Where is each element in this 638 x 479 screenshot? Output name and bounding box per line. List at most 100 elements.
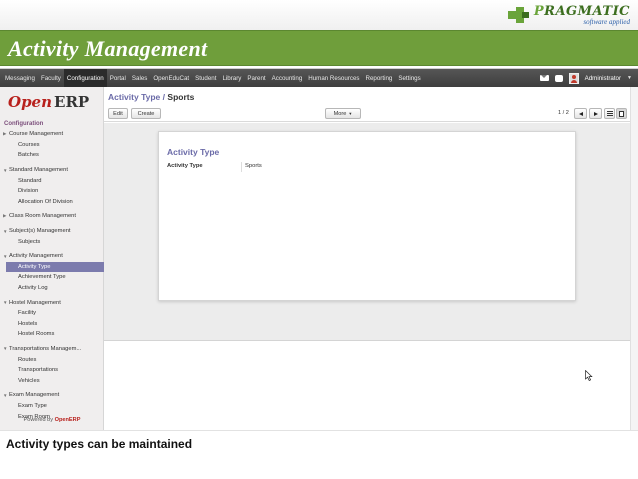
- top-menu-reporting[interactable]: Reporting: [363, 69, 396, 87]
- breadcrumb-current: Sports: [167, 92, 195, 102]
- sidebar-menu: ▶ Course Management Courses Batches ▼ Standar…: [0, 129, 104, 426]
- slide-title: Activity Management: [8, 36, 208, 61]
- logo-open: Open: [8, 93, 53, 111]
- control-panel: Edit Create More ▼ 1 / 2: [104, 106, 638, 122]
- top-menu-configuration[interactable]: Configuration: [63, 69, 107, 87]
- more-button[interactable]: More ▼: [325, 108, 361, 119]
- sidebar-group-label: Activity Management: [9, 253, 63, 260]
- activity-type-field-label: Activity Type: [167, 163, 203, 169]
- logo-brand-lead: P: [533, 3, 545, 19]
- edit-button[interactable]: Edit: [108, 108, 128, 119]
- form-icon: [619, 110, 624, 117]
- top-menu-library[interactable]: Library: [219, 69, 244, 87]
- sidebar-group-subject-s-management[interactable]: ▼ Subject(s) Management: [0, 226, 104, 237]
- next-record-button[interactable]: [589, 108, 602, 119]
- sidebar: Open ERP Configuration ▶ Course Managemen…: [0, 87, 104, 430]
- logo-brand: PRAGMATIC: [534, 5, 630, 18]
- main-content: Activity Type / Sports Edit Create More …: [104, 87, 638, 430]
- sidebar-group-exam-management[interactable]: ▼ Exam Management: [0, 390, 104, 401]
- sidebar-item-achievement-type[interactable]: Achievement Type: [0, 272, 104, 283]
- sidebar-group-standard-management[interactable]: ▼ Standard Management: [0, 165, 104, 176]
- sidebar-group-label: Class Room Management: [9, 213, 77, 220]
- powered-prefix: Powered by: [23, 417, 54, 423]
- sidebar-item-division[interactable]: Division: [0, 186, 104, 197]
- sidebar-section-title: Configuration: [4, 121, 44, 127]
- sidebar-item-courses[interactable]: Courses: [0, 140, 104, 151]
- sidebar-item-activity-log[interactable]: Activity Log: [0, 283, 104, 294]
- sidebar-item-transportations[interactable]: Transportations: [0, 365, 104, 376]
- field-divider: [241, 162, 242, 172]
- powered-by: Powered by OpenERP: [0, 417, 104, 423]
- mouse-cursor-icon: [585, 370, 593, 381]
- form-view-background: Activity Type Activity Type Sports: [104, 123, 638, 341]
- breadcrumb-row: Activity Type / Sports: [104, 87, 638, 106]
- top-menu-student[interactable]: Student: [192, 69, 219, 87]
- sidebar-item-vehicles[interactable]: Vehicles: [0, 375, 104, 386]
- logo-tagline: software applied: [583, 17, 630, 26]
- caption-bar: Activity types can be maintained: [0, 430, 638, 479]
- sidebar-item-hostels[interactable]: Hostels: [0, 319, 104, 330]
- top-menu-human-resources[interactable]: Human Resources: [305, 69, 362, 87]
- sidebar-group-course-management[interactable]: ▶ Course Management: [0, 129, 104, 140]
- pragmatic-mark-icon: [507, 5, 530, 25]
- sidebar-item-batches[interactable]: Batches: [0, 150, 104, 161]
- arrow-left-icon: [578, 111, 583, 116]
- list-view-button[interactable]: [604, 108, 615, 119]
- avatar[interactable]: [568, 72, 579, 84]
- chevron-down-icon: ▼: [348, 111, 353, 116]
- form-view-button[interactable]: [616, 108, 627, 119]
- sidebar-group-label: Hostel Management: [9, 299, 61, 306]
- sidebar-group-label: Transportations Managem...: [9, 345, 82, 352]
- activity-type-field-value: Sports: [245, 163, 262, 169]
- previous-record-button[interactable]: [574, 108, 587, 119]
- sidebar-item-activity-type[interactable]: Activity Type: [6, 261, 104, 273]
- more-button-label: More: [333, 110, 347, 117]
- form-title: Activity Type: [167, 147, 220, 157]
- top-menu-sales[interactable]: Sales: [129, 69, 150, 87]
- sidebar-item-hostel-rooms[interactable]: Hostel Rooms: [0, 329, 104, 340]
- sidebar-item-standard[interactable]: Standard: [0, 175, 104, 186]
- sidebar-group-activity-management[interactable]: ▼ Activity Management: [0, 251, 104, 262]
- sidebar-group-class-room-management[interactable]: ▶ Class Room Management: [0, 211, 104, 222]
- sidebar-group-label: Course Management: [9, 131, 64, 138]
- top-menu-messaging[interactable]: Messaging: [2, 69, 38, 87]
- breadcrumb-parent-link[interactable]: Activity Type: [108, 92, 160, 102]
- top-menu-accounting[interactable]: Accounting: [269, 69, 306, 87]
- logo-brand-rest: RAGMATIC: [544, 3, 630, 19]
- arrow-right-icon: [593, 111, 598, 116]
- top-menu-parent[interactable]: Parent: [244, 69, 268, 87]
- sidebar-group-label: Exam Management: [9, 392, 60, 399]
- chevron-down-icon[interactable]: ▼: [627, 75, 632, 81]
- slide: PRAGMATIC software applied Activity Mana…: [0, 0, 638, 479]
- top-menu-settings[interactable]: Settings: [395, 69, 423, 87]
- sidebar-item-allocation-of-division[interactable]: Allocation Of Division: [0, 197, 104, 208]
- scrollbar[interactable]: [630, 87, 638, 430]
- sidebar-group-hostel-management[interactable]: ▼ Hostel Management: [0, 297, 104, 308]
- sidebar-group-label: Standard Management: [9, 167, 68, 174]
- slide-title-bar: Activity Management: [0, 30, 638, 66]
- pager-counter: 1 / 2: [558, 110, 569, 116]
- top-menu-portal[interactable]: Portal: [107, 69, 129, 87]
- list-icon: [606, 111, 613, 116]
- top-navigation-bar: Messaging Faculty Configuration Portal Sales…: [0, 69, 638, 87]
- chat-icon[interactable]: [554, 74, 563, 82]
- sidebar-item-subjects[interactable]: Subjects: [0, 236, 104, 247]
- breadcrumb: Activity Type / Sports: [108, 92, 194, 102]
- sidebar-group-transportations-managem[interactable]: ▼ Transportations Managem...: [0, 344, 104, 355]
- top-menu-openeducat[interactable]: OpenEduCat: [150, 69, 192, 87]
- activity-type-field-row: Activity Type Sports: [167, 162, 467, 172]
- create-button[interactable]: Create: [131, 108, 161, 119]
- slide-caption: Activity types can be maintained: [6, 437, 193, 451]
- sidebar-item-exam-type[interactable]: Exam Type: [0, 401, 104, 412]
- openerp-logo[interactable]: Open ERP: [8, 93, 89, 115]
- logo-erp: ERP: [54, 93, 90, 111]
- sidebar-item-routes[interactable]: Routes: [0, 354, 104, 365]
- form-sheet: Activity Type Activity Type Sports: [158, 131, 576, 301]
- pragmatic-logo: PRAGMATIC software applied: [507, 2, 630, 28]
- top-menu-faculty[interactable]: Faculty: [38, 69, 64, 87]
- sidebar-item-facility[interactable]: Facility: [0, 308, 104, 319]
- mail-icon[interactable]: [539, 75, 549, 81]
- slide-top-band: PRAGMATIC software applied: [0, 0, 638, 30]
- user-name[interactable]: Administrator: [585, 75, 621, 82]
- powered-brand-link[interactable]: OpenERP: [55, 417, 81, 423]
